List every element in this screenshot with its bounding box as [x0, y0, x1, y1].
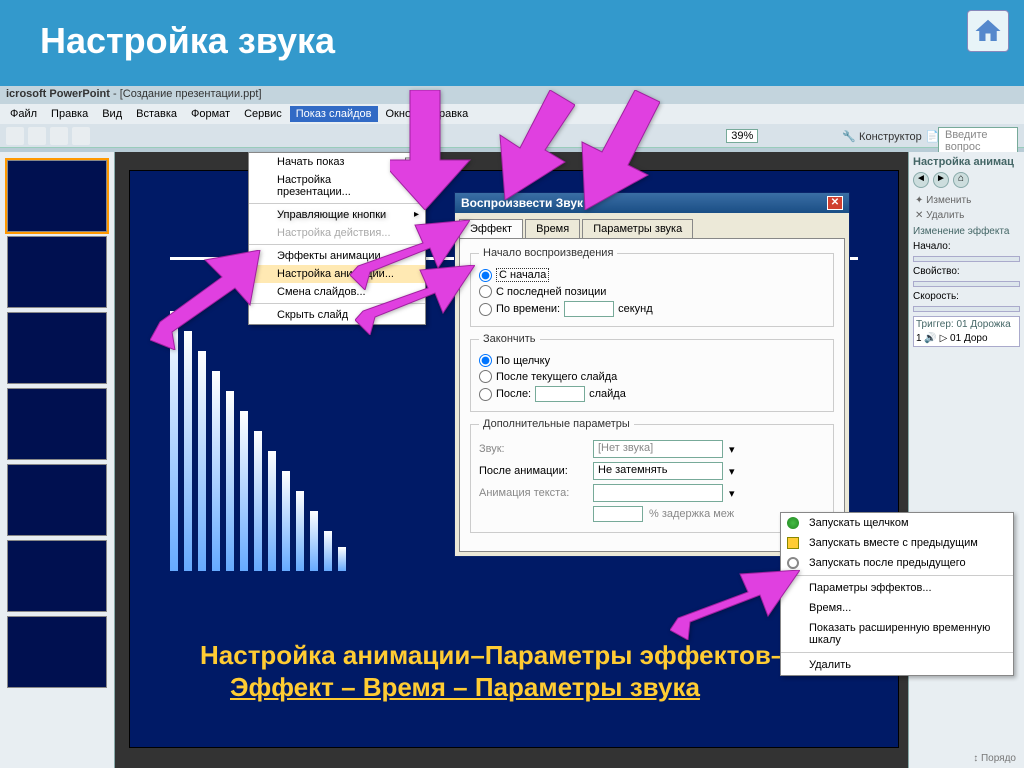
ctx-timing[interactable]: Время... [781, 598, 1013, 618]
remove-effect-button[interactable]: ✕ Удалить [913, 209, 1020, 222]
radio-from-last[interactable] [479, 285, 492, 298]
zoom-combo[interactable]: 39% [726, 129, 758, 143]
arrow-annotation [670, 570, 800, 640]
reorder-label: ↕ Порядо [973, 753, 1016, 764]
dialog-body: Начало воспроизведения С начала С послед… [459, 238, 845, 552]
ctx-show-timeline[interactable]: Показать расширенную временную шкалу [781, 618, 1013, 650]
effect-change-label: Изменение эффекта [913, 226, 1020, 237]
menu-insert[interactable]: Вставка [130, 106, 183, 122]
radio-on-click[interactable] [479, 354, 492, 367]
trigger-box[interactable]: Триггер: 01 Дорожка 1 🔊 ▷ 01 Доро [913, 316, 1020, 347]
with-prev-icon [787, 537, 799, 549]
slide-thumb[interactable] [7, 616, 107, 688]
toolbar-button[interactable] [6, 127, 24, 145]
toolbar-button[interactable] [50, 127, 68, 145]
change-effect-button[interactable]: ✦ Изменить [913, 194, 1020, 207]
slide-thumb[interactable] [7, 160, 107, 232]
menu-file[interactable]: Файл [4, 106, 43, 122]
back-icon[interactable]: ◄ [913, 172, 929, 188]
delay-spinner[interactable] [593, 506, 643, 522]
task-pane-title: Настройка анимац [913, 156, 1020, 168]
radio-after-n[interactable] [479, 388, 492, 401]
ask-question-input[interactable]: Введите вопрос [938, 127, 1018, 155]
speed-combo[interactable] [913, 306, 1020, 312]
property-label: Свойство: [913, 266, 1020, 277]
tab-sound-params[interactable]: Параметры звука [582, 219, 693, 238]
ctx-remove[interactable]: Удалить [781, 655, 1013, 675]
menu-slideshow[interactable]: Показ слайдов [290, 106, 378, 122]
house-icon [973, 16, 1003, 46]
slide-thumb[interactable] [7, 236, 107, 308]
slide-thumbnails[interactable] [0, 152, 115, 768]
property-combo[interactable] [913, 281, 1020, 287]
start-fieldset: Начало воспроизведения С начала С послед… [470, 247, 834, 327]
menu-view[interactable]: Вид [96, 106, 128, 122]
sound-combo[interactable]: [Нет звука] [593, 440, 723, 458]
play-sound-dialog: Воспроизвести Звук ✕ Эффект Время Параме… [454, 192, 850, 557]
start-combo[interactable] [913, 256, 1020, 262]
slide-thumb[interactable] [7, 388, 107, 460]
arrow-annotation [495, 90, 575, 200]
ctx-effect-options[interactable]: Параметры эффектов... [781, 578, 1013, 598]
slide-thumb[interactable] [7, 540, 107, 612]
mouse-icon [787, 517, 799, 529]
start-label: Начало: [913, 241, 1020, 252]
after-combo[interactable]: Не затемнять [593, 462, 723, 480]
slide-instruction-1: Настройка анимации–Параметры эффектов– [200, 640, 785, 671]
menu-tools[interactable]: Сервис [238, 106, 288, 122]
end-fieldset: Закончить По щелчку После текущего слайд… [470, 333, 834, 412]
arrow-annotation [570, 90, 660, 210]
animation-context-menu[interactable]: Запускать щелчком Запускать вместе с пре… [780, 512, 1014, 676]
home-icon[interactable]: ⌂ [953, 172, 969, 188]
ctx-start-with-previous[interactable]: Запускать вместе с предыдущим [781, 533, 1013, 553]
menu-edit[interactable]: Правка [45, 106, 94, 122]
speed-label: Скорость: [913, 291, 1020, 302]
ctx-start-after-previous[interactable]: Запускать после предыдущего [781, 553, 1013, 573]
radio-from-start[interactable] [479, 269, 492, 282]
forward-icon[interactable]: ► [933, 172, 949, 188]
slide-thumb[interactable] [7, 464, 107, 536]
radio-after-current[interactable] [479, 370, 492, 383]
tab-timing[interactable]: Время [525, 219, 580, 238]
time-spinner[interactable] [564, 301, 614, 317]
text-combo[interactable] [593, 484, 723, 502]
toolbar-button[interactable] [28, 127, 46, 145]
close-icon[interactable]: ✕ [827, 196, 843, 210]
menu-format[interactable]: Формат [185, 106, 236, 122]
arrow-annotation [355, 265, 475, 335]
ctx-start-onclick[interactable]: Запускать щелчком [781, 513, 1013, 533]
slide-instruction-2: Эффект – Время – Параметры звука [230, 672, 700, 703]
radio-by-time[interactable] [479, 303, 492, 316]
page-title: Настройка звука [40, 20, 335, 62]
decorative-bars [170, 311, 390, 571]
arrow-annotation [390, 90, 480, 210]
arrow-annotation [150, 250, 270, 350]
slides-spinner[interactable] [535, 386, 585, 402]
home-button[interactable] [967, 10, 1009, 52]
clock-icon [787, 557, 799, 569]
slide-thumb[interactable] [7, 312, 107, 384]
toolbar-button[interactable] [72, 127, 90, 145]
